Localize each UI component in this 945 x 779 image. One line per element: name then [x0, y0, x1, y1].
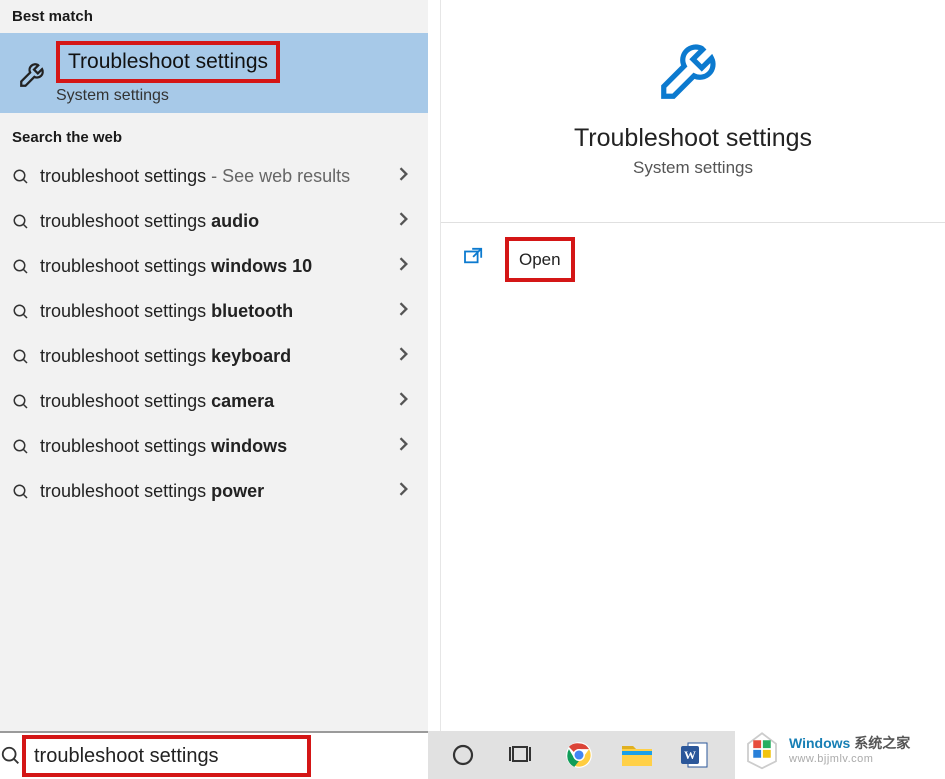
watermark-url: www.bjjmlv.com [789, 753, 910, 765]
search-input[interactable] [22, 735, 311, 777]
chevron-right-icon [398, 212, 418, 231]
web-suggestion[interactable]: troubleshoot settings power [0, 469, 428, 514]
search-icon [12, 483, 40, 501]
web-suggestion-see-results[interactable]: troubleshoot settings - See web results [0, 154, 428, 199]
troubleshoot-icon [461, 28, 925, 106]
taskbar-search-box[interactable] [0, 731, 428, 779]
best-match-result[interactable]: Troubleshoot settings System settings [0, 33, 428, 113]
search-icon [12, 438, 40, 456]
preview-panel: Troubleshoot settings System settings Op… [441, 0, 945, 731]
web-suggestion-text: troubleshoot settings [40, 166, 206, 186]
search-icon [12, 303, 40, 321]
settings-icon [12, 56, 56, 90]
search-icon [12, 258, 40, 276]
web-suggestion-hint: - See web results [206, 166, 350, 186]
web-suggestion[interactable]: troubleshoot settings keyboard [0, 334, 428, 379]
web-suggestion[interactable]: troubleshoot settings camera [0, 379, 428, 424]
chevron-right-icon [398, 392, 418, 411]
taskbar-chrome-icon[interactable] [558, 734, 600, 776]
chevron-right-icon [398, 167, 418, 186]
web-suggestion[interactable]: troubleshoot settings windows [0, 424, 428, 469]
watermark-brand-cn: 系统之家 [850, 735, 910, 751]
chevron-right-icon [398, 257, 418, 276]
open-label: Open [505, 237, 575, 282]
preview-subtitle: System settings [461, 158, 925, 178]
chevron-right-icon [398, 302, 418, 321]
watermark-brand: Windows [789, 735, 850, 751]
chevron-right-icon [398, 437, 418, 456]
search-icon [12, 348, 40, 366]
best-match-subtitle: System settings [56, 87, 280, 105]
taskbar-word-icon[interactable]: W [674, 734, 716, 776]
search-web-header: Search the web [0, 121, 428, 154]
taskbar-file-explorer-icon[interactable] [616, 734, 658, 776]
open-action[interactable]: Open [441, 223, 945, 296]
watermark-logo: Windows 系统之家 www.bjjmlv.com [735, 719, 945, 779]
taskbar-cortana-icon[interactable] [442, 734, 484, 776]
web-suggestion[interactable]: troubleshoot settings windows 10 [0, 244, 428, 289]
svg-text:W: W [684, 748, 696, 762]
taskbar-taskview-icon[interactable] [500, 734, 542, 776]
best-match-header: Best match [0, 0, 428, 33]
preview-title: Troubleshoot settings [461, 124, 925, 153]
chevron-right-icon [398, 347, 418, 366]
web-suggestion[interactable]: troubleshoot settings bluetooth [0, 289, 428, 334]
web-suggestion[interactable]: troubleshoot settings audio [0, 199, 428, 244]
search-icon [12, 393, 40, 411]
search-icon [0, 745, 22, 767]
search-icon [12, 168, 40, 186]
open-icon [463, 247, 485, 270]
search-results-panel: Best match Troubleshoot settings System … [0, 0, 428, 731]
search-icon [12, 213, 40, 231]
chevron-right-icon [398, 482, 418, 501]
web-suggestions-list: troubleshoot settings - See web results … [0, 154, 428, 514]
best-match-title: Troubleshoot settings [56, 41, 280, 82]
